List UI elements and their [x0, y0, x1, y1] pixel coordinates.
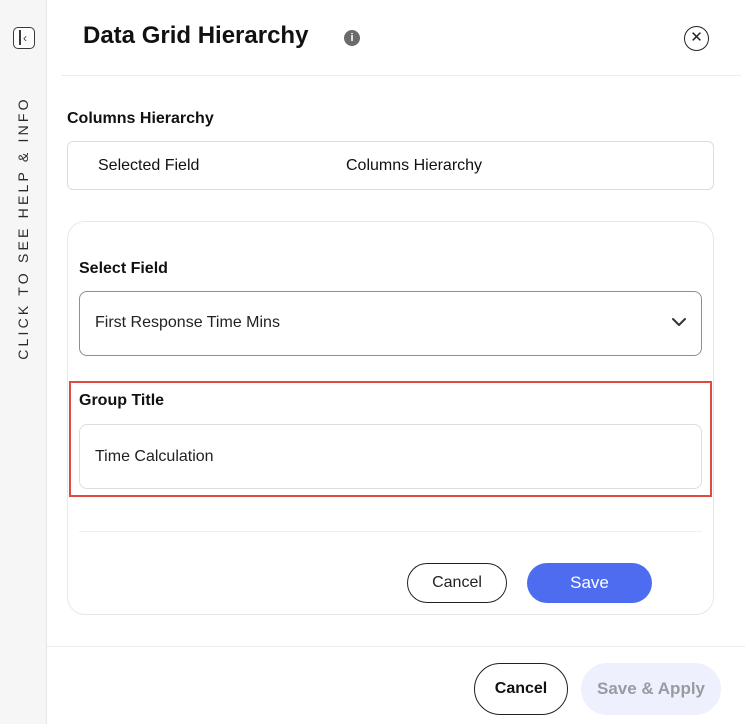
- panel-footer: Cancel Save & Apply: [47, 646, 745, 724]
- select-field-label: Select Field: [79, 260, 168, 277]
- column-header-selected-field: Selected Field: [98, 157, 200, 174]
- help-side-rail[interactable]: ‹ CLICK TO SEE HELP & INFO: [0, 0, 47, 724]
- column-header-columns-hierarchy: Columns Hierarchy: [346, 157, 483, 174]
- group-title-input[interactable]: [79, 424, 702, 489]
- footer-cancel-button[interactable]: Cancel: [474, 663, 568, 715]
- help-info-label[interactable]: CLICK TO SEE HELP & INFO: [15, 96, 31, 360]
- page-title: Data Grid Hierarchy: [83, 22, 309, 49]
- group-title-label: Group Title: [79, 392, 165, 409]
- columns-hierarchy-table: Selected Field Columns Hierarchy: [67, 141, 714, 190]
- save-and-apply-button[interactable]: Save & Apply: [581, 663, 721, 715]
- chevron-down-icon: [672, 318, 686, 326]
- data-grid-hierarchy-panel: Data Grid Hierarchy i ✕ Columns Hierarch…: [47, 0, 745, 724]
- info-icon[interactable]: i: [344, 30, 360, 46]
- panel-toggle-icon[interactable]: ‹: [13, 27, 35, 49]
- columns-hierarchy-label: Columns Hierarchy: [67, 110, 214, 127]
- save-button[interactable]: Save: [527, 563, 652, 603]
- select-field-dropdown[interactable]: First Response Time Mins: [79, 291, 702, 356]
- divider: [79, 531, 702, 532]
- hierarchy-editor-card: Select Field First Response Time Mins Gr…: [67, 221, 714, 615]
- close-icon[interactable]: ✕: [684, 26, 709, 51]
- select-field-value: First Response Time Mins: [95, 314, 280, 331]
- panel-header: Data Grid Hierarchy i ✕: [61, 0, 741, 76]
- cancel-button[interactable]: Cancel: [407, 563, 507, 603]
